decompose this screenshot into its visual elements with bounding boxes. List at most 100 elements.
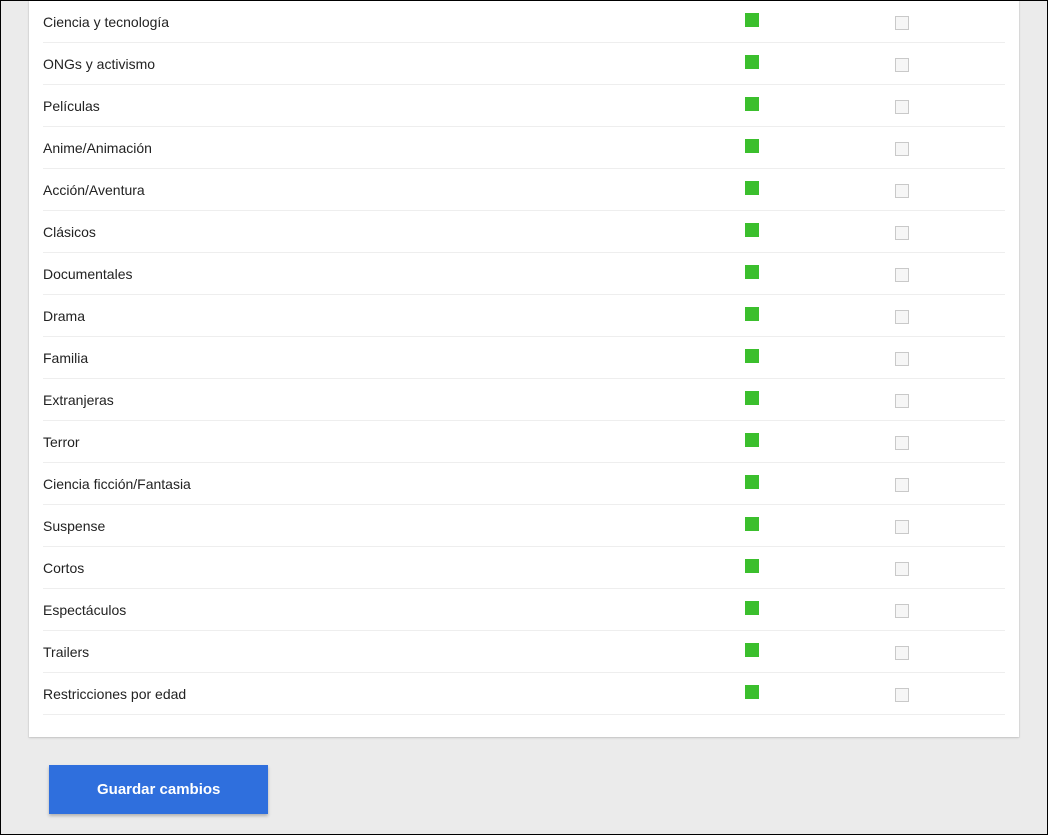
restrict-checkbox[interactable]: [895, 688, 909, 702]
restrict-checkbox-cell: [895, 181, 1005, 197]
enabled-indicator-icon: [745, 559, 759, 573]
enabled-indicator-icon: [745, 349, 759, 363]
restrict-checkbox-cell: [895, 223, 1005, 239]
enabled-indicator-cell: [745, 13, 895, 30]
restrict-checkbox[interactable]: [895, 226, 909, 240]
restrict-checkbox-cell: [895, 391, 1005, 407]
category-row: ONGs y activismo: [43, 43, 1005, 85]
category-row: Restricciones por edad: [43, 673, 1005, 715]
category-label: Documentales: [43, 266, 745, 282]
restrict-checkbox[interactable]: [895, 478, 909, 492]
category-label: Terror: [43, 434, 745, 450]
restrict-checkbox-cell: [895, 433, 1005, 449]
restrict-checkbox[interactable]: [895, 436, 909, 450]
restrict-checkbox[interactable]: [895, 16, 909, 30]
enabled-indicator-cell: [745, 181, 895, 198]
restrict-checkbox[interactable]: [895, 310, 909, 324]
category-label: Restricciones por edad: [43, 686, 745, 702]
category-row: Drama: [43, 295, 1005, 337]
restrict-checkbox[interactable]: [895, 520, 909, 534]
category-row: Extranjeras: [43, 379, 1005, 421]
enabled-indicator-cell: [745, 433, 895, 450]
category-row: Familia: [43, 337, 1005, 379]
restrict-checkbox-cell: [895, 349, 1005, 365]
restrict-checkbox-cell: [895, 307, 1005, 323]
category-row: Documentales: [43, 253, 1005, 295]
enabled-indicator-cell: [745, 349, 895, 366]
category-label: Cortos: [43, 560, 745, 576]
enabled-indicator-cell: [745, 139, 895, 156]
enabled-indicator-cell: [745, 55, 895, 72]
enabled-indicator-icon: [745, 97, 759, 111]
enabled-indicator-cell: [745, 601, 895, 618]
category-list: Ciencia y tecnología ONGs y activismo Pelí…: [29, 1, 1019, 715]
enabled-indicator-icon: [745, 517, 759, 531]
restrict-checkbox[interactable]: [895, 100, 909, 114]
enabled-indicator-icon: [745, 223, 759, 237]
enabled-indicator-icon: [745, 475, 759, 489]
enabled-indicator-icon: [745, 601, 759, 615]
restrict-checkbox[interactable]: [895, 184, 909, 198]
enabled-indicator-icon: [745, 685, 759, 699]
enabled-indicator-cell: [745, 307, 895, 324]
enabled-indicator-icon: [745, 433, 759, 447]
restrict-checkbox-cell: [895, 55, 1005, 71]
restrict-checkbox[interactable]: [895, 394, 909, 408]
enabled-indicator-icon: [745, 139, 759, 153]
restrict-checkbox[interactable]: [895, 352, 909, 366]
restrict-checkbox-cell: [895, 643, 1005, 659]
category-row: Ciencia ficción/Fantasia: [43, 463, 1005, 505]
category-row: Ciencia y tecnología: [43, 1, 1005, 43]
enabled-indicator-cell: [745, 391, 895, 408]
enabled-indicator-icon: [745, 307, 759, 321]
category-row: Trailers: [43, 631, 1005, 673]
restrict-checkbox-cell: [895, 139, 1005, 155]
restrict-checkbox[interactable]: [895, 142, 909, 156]
save-button[interactable]: Guardar cambios: [49, 765, 268, 814]
category-row: Suspense: [43, 505, 1005, 547]
restrict-checkbox[interactable]: [895, 562, 909, 576]
category-label: Drama: [43, 308, 745, 324]
restrict-checkbox-cell: [895, 265, 1005, 281]
restrict-checkbox[interactable]: [895, 58, 909, 72]
enabled-indicator-icon: [745, 265, 759, 279]
restrict-checkbox-cell: [895, 685, 1005, 701]
category-label: Extranjeras: [43, 392, 745, 408]
category-row: Acción/Aventura: [43, 169, 1005, 211]
category-row: Terror: [43, 421, 1005, 463]
restrict-checkbox[interactable]: [895, 604, 909, 618]
enabled-indicator-icon: [745, 181, 759, 195]
category-label: Suspense: [43, 518, 745, 534]
category-row: Espectáculos: [43, 589, 1005, 631]
category-row: Clásicos: [43, 211, 1005, 253]
enabled-indicator-cell: [745, 97, 895, 114]
enabled-indicator-cell: [745, 265, 895, 282]
enabled-indicator-icon: [745, 643, 759, 657]
category-label: Clásicos: [43, 224, 745, 240]
restrict-checkbox-cell: [895, 559, 1005, 575]
category-label: Ciencia ficción/Fantasia: [43, 476, 745, 492]
category-label: Películas: [43, 98, 745, 114]
category-label: Ciencia y tecnología: [43, 14, 745, 30]
category-row: Películas: [43, 85, 1005, 127]
restrict-checkbox[interactable]: [895, 268, 909, 282]
category-label: ONGs y activismo: [43, 56, 745, 72]
category-label: Trailers: [43, 644, 745, 660]
settings-card: Ciencia y tecnología ONGs y activismo Pelí…: [29, 1, 1019, 737]
restrict-checkbox-cell: [895, 13, 1005, 29]
restrict-checkbox-cell: [895, 517, 1005, 533]
enabled-indicator-icon: [745, 55, 759, 69]
enabled-indicator-cell: [745, 517, 895, 534]
enabled-indicator-cell: [745, 685, 895, 702]
enabled-indicator-cell: [745, 559, 895, 576]
restrict-checkbox[interactable]: [895, 646, 909, 660]
enabled-indicator-cell: [745, 475, 895, 492]
restrict-checkbox-cell: [895, 475, 1005, 491]
category-label: Anime/Animación: [43, 140, 745, 156]
restrict-checkbox-cell: [895, 97, 1005, 113]
enabled-indicator-cell: [745, 223, 895, 240]
enabled-indicator-cell: [745, 643, 895, 660]
enabled-indicator-icon: [745, 391, 759, 405]
category-label: Acción/Aventura: [43, 182, 745, 198]
restrict-checkbox-cell: [895, 601, 1005, 617]
